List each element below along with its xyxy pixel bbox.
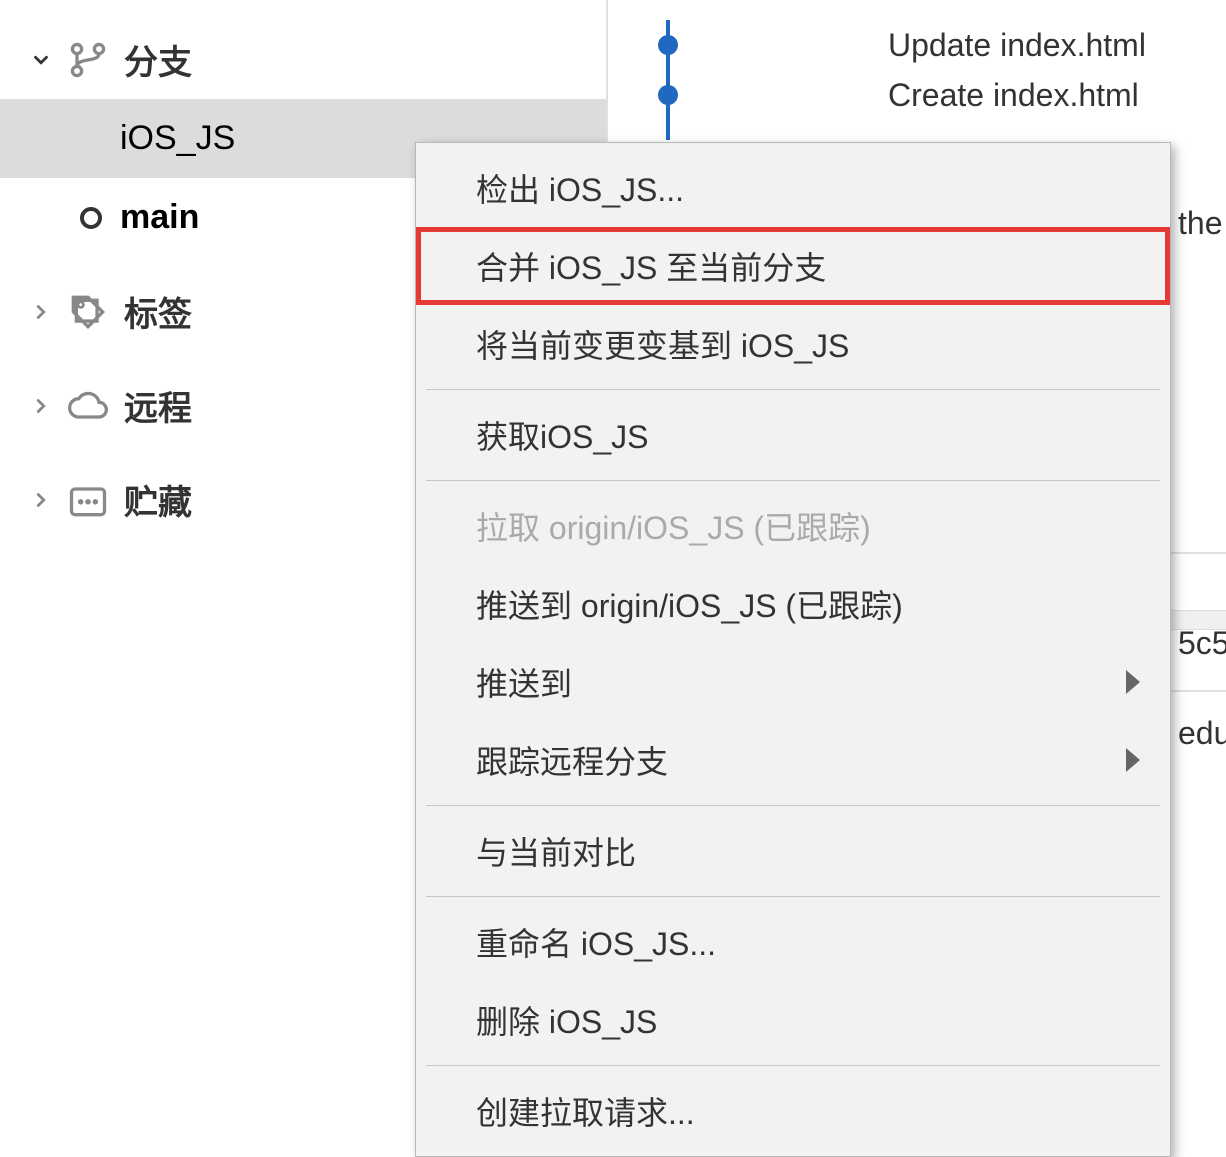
menu-merge[interactable]: 合并 iOS_JS 至当前分支 [416, 227, 1170, 305]
commit-dot-icon [658, 85, 678, 105]
cloud-icon [66, 384, 110, 428]
chevron-right-icon [30, 301, 52, 323]
branches-header[interactable]: 分支 [0, 20, 606, 99]
menu-create-pr[interactable]: 创建拉取请求... [416, 1072, 1170, 1150]
commit-row[interactable]: Create index.html [628, 70, 1226, 120]
partial-text: 5c5 [1178, 625, 1226, 662]
menu-separator [426, 805, 1160, 806]
menu-fetch[interactable]: 获取iOS_JS [416, 396, 1170, 474]
tags-label: 标签 [124, 287, 192, 336]
commit-row[interactable]: Update index.html [628, 20, 1226, 70]
menu-push-tracked[interactable]: 推送到 origin/iOS_JS (已跟踪) [416, 565, 1170, 643]
divider [1170, 690, 1226, 692]
chevron-right-icon [30, 395, 52, 417]
menu-rebase[interactable]: 将当前变更变基到 iOS_JS [416, 305, 1170, 383]
partial-text: edu [1178, 715, 1226, 752]
menu-checkout[interactable]: 检出 iOS_JS... [416, 149, 1170, 227]
menu-separator [426, 389, 1160, 390]
remote-label: 远程 [124, 381, 192, 430]
current-branch-icon [80, 207, 102, 229]
chevron-right-icon [30, 489, 52, 511]
commit-graph: Update index.html Create index.html [608, 20, 1226, 150]
commit-dot-icon [658, 35, 678, 55]
menu-separator [426, 896, 1160, 897]
branch-name: main [120, 198, 199, 237]
divider [1170, 552, 1226, 554]
menu-compare[interactable]: 与当前对比 [416, 812, 1170, 890]
menu-separator [426, 480, 1160, 481]
partial-text: the [1178, 205, 1222, 242]
menu-delete[interactable]: 删除 iOS_JS [416, 981, 1170, 1059]
menu-pull: 拉取 origin/iOS_JS (已跟踪) [416, 487, 1170, 565]
branch-icon [66, 38, 110, 82]
stash-icon [66, 478, 110, 522]
stash-label: 贮藏 [124, 475, 192, 524]
chevron-down-icon [30, 49, 52, 71]
menu-push-to[interactable]: 推送到 [416, 643, 1170, 721]
tag-icon [66, 290, 110, 334]
menu-rename[interactable]: 重命名 iOS_JS... [416, 903, 1170, 981]
branch-name: iOS_JS [120, 119, 235, 158]
menu-track-remote[interactable]: 跟踪远程分支 [416, 721, 1170, 799]
branches-label: 分支 [124, 35, 192, 84]
branch-context-menu: 检出 iOS_JS... 合并 iOS_JS 至当前分支 将当前变更变基到 iO… [415, 142, 1171, 1157]
menu-separator [426, 1065, 1160, 1066]
commit-message: Update index.html [888, 27, 1146, 64]
commit-message: Create index.html [888, 77, 1139, 114]
